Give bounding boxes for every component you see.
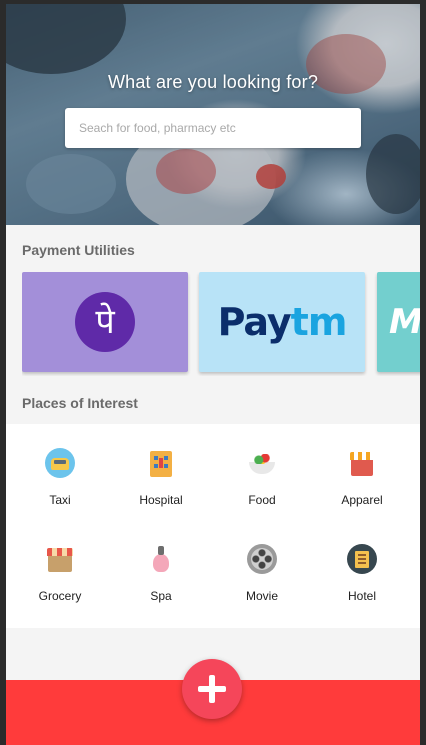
paytm-card[interactable]: Pay tm <box>199 272 365 372</box>
food-icon <box>247 448 277 478</box>
place-label: Movie <box>245 589 278 603</box>
place-label: Spa <box>150 589 172 603</box>
paytm-logo: Pay tm <box>217 300 348 344</box>
paytm-logo-tm: tm <box>290 300 348 344</box>
place-hospital[interactable]: Hospital <box>109 442 213 522</box>
places-of-interest-heading: Places of Interest <box>22 395 138 411</box>
places-grid: Taxi Hospital Food Apparel Grocery Spa M… <box>6 424 420 628</box>
place-taxi[interactable]: Taxi <box>8 442 112 522</box>
plus-icon <box>198 675 226 703</box>
phonepe-logo-text: पे <box>95 302 115 342</box>
mobikwik-card[interactable]: M <box>377 272 420 372</box>
place-label: Grocery <box>38 589 82 603</box>
place-hotel[interactable]: Hotel <box>310 538 414 618</box>
grocery-icon <box>45 544 75 574</box>
payment-cards-carousel[interactable]: पे Pay tm M <box>22 272 420 376</box>
paytm-logo-pay: Pay <box>217 300 292 344</box>
place-grocery[interactable]: Grocery <box>8 538 112 618</box>
hotel-icon <box>347 544 377 574</box>
taxi-icon <box>45 448 75 478</box>
place-movie[interactable]: Movie <box>210 538 314 618</box>
place-label: Hospital <box>139 493 183 507</box>
mobikwik-logo: M <box>389 302 420 342</box>
place-label: Food <box>248 493 276 507</box>
phonepe-logo: पे <box>75 292 135 352</box>
place-spa[interactable]: Spa <box>109 538 213 618</box>
place-apparel[interactable]: Apparel <box>310 442 414 522</box>
movie-icon <box>247 544 277 574</box>
search-input[interactable] <box>65 108 361 148</box>
place-label: Taxi <box>49 493 71 507</box>
apparel-icon <box>347 448 377 478</box>
app-screen: What are you looking for? Payment Utilit… <box>6 4 420 745</box>
place-label: Hotel <box>347 589 376 603</box>
spa-icon <box>146 544 176 574</box>
place-food[interactable]: Food <box>210 442 314 522</box>
add-button[interactable] <box>182 659 242 719</box>
hero-banner: What are you looking for? <box>6 4 420 225</box>
hospital-icon <box>146 448 176 478</box>
payment-utilities-heading: Payment Utilities <box>22 242 135 258</box>
phonepe-card[interactable]: पे <box>22 272 188 372</box>
hero-title: What are you looking for? <box>107 72 319 92</box>
place-label: Apparel <box>341 493 383 507</box>
